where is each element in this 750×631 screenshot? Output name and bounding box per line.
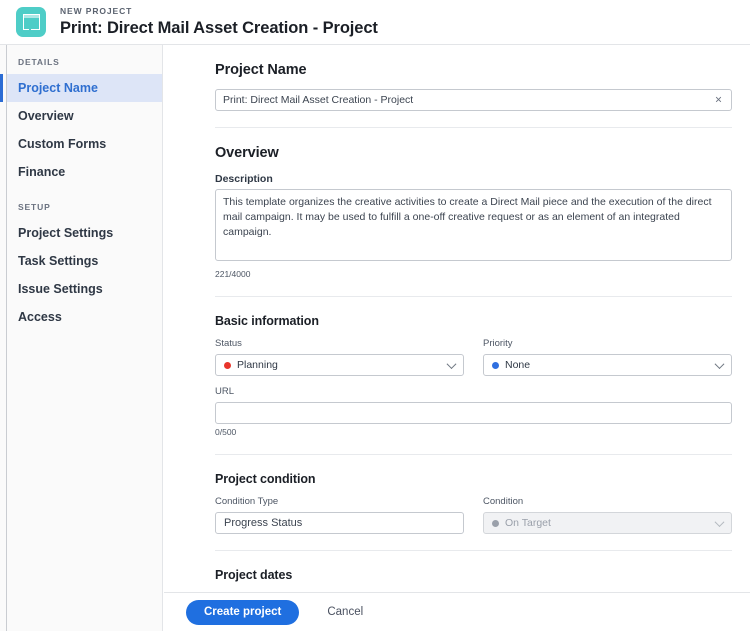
sidebar-item-overview[interactable]: Overview — [7, 102, 162, 130]
status-priority-row: Status Planning Priority None — [215, 337, 732, 376]
collapsed-rail — [0, 45, 7, 631]
sidebar-item-label: Overview — [18, 109, 74, 123]
clear-icon[interactable]: × — [712, 93, 725, 107]
header-text: NEW PROJECT Print: Direct Mail Asset Cre… — [60, 6, 378, 38]
sidebar-item-label: Project Settings — [18, 226, 114, 240]
section-heading: Project Name — [215, 62, 307, 78]
sidebar-group-label-setup: SETUP — [18, 202, 51, 212]
description-textarea[interactable] — [215, 189, 732, 261]
condition-dot-icon — [492, 519, 499, 527]
sidebar-item-label: Project Name — [18, 81, 98, 95]
section-heading: Project dates — [215, 568, 293, 582]
url-char-count: 0/500 — [215, 427, 237, 437]
condition-value: On Target — [505, 517, 551, 529]
sidebar-item-project-name[interactable]: Project Name — [0, 74, 162, 102]
sidebar-item-label: Issue Settings — [18, 282, 103, 296]
description-char-count: 221/4000 — [215, 269, 251, 279]
sidebar-item-issue-settings[interactable]: Issue Settings — [7, 275, 162, 303]
url-label: URL — [215, 386, 235, 397]
section-heading: Basic information — [215, 314, 319, 328]
condition-field: Condition On Target — [483, 495, 732, 534]
form-footer: Create project Cancel — [164, 592, 750, 631]
section-project-name: Project Name × — [215, 45, 732, 111]
layout-grid-icon — [22, 14, 40, 30]
status-select[interactable]: Planning — [215, 354, 464, 376]
url-field: URL 0/500 — [215, 385, 732, 438]
chevron-down-icon — [714, 359, 725, 370]
chevron-down-icon — [714, 517, 725, 528]
section-project-condition: Project condition Condition Type Progres… — [215, 454, 732, 534]
section-heading: Overview — [215, 145, 279, 161]
section-basic-information: Basic information Status Planning Priori… — [215, 296, 732, 438]
sidebar-item-label: Access — [18, 310, 62, 324]
priority-select[interactable]: None — [483, 354, 732, 376]
status-value: Planning — [237, 359, 278, 371]
condition-label: Condition — [483, 496, 524, 507]
status-field: Status Planning — [215, 337, 464, 376]
sidebar-item-access[interactable]: Access — [7, 303, 162, 331]
cancel-button[interactable]: Cancel — [321, 605, 369, 619]
section-heading: Project condition — [215, 472, 316, 486]
description-label: Description — [215, 173, 273, 185]
sidebar-item-label: Custom Forms — [18, 137, 107, 151]
chevron-down-icon — [446, 359, 457, 370]
sidebar-item-finance[interactable]: Finance — [7, 158, 162, 186]
status-dot-icon — [224, 361, 231, 369]
section-overview: Overview Description 221/4000 — [215, 127, 732, 280]
condition-type-label: Condition Type — [215, 496, 279, 507]
priority-label: Priority — [483, 338, 513, 349]
page-title: Print: Direct Mail Asset Creation - Proj… — [60, 19, 378, 37]
section-project-dates: Project dates — [215, 550, 732, 582]
app-logo — [16, 7, 46, 37]
condition-type-field: Condition Type Progress Status — [215, 495, 464, 534]
form-content: Project Name × Overview Description 221/… — [164, 45, 750, 592]
sidebar-group-label-details: DETAILS — [18, 57, 60, 67]
page-header: NEW PROJECT Print: Direct Mail Asset Cre… — [0, 0, 750, 45]
condition-type-value[interactable]: Progress Status — [215, 512, 464, 534]
sidebar-item-project-settings[interactable]: Project Settings — [7, 219, 162, 247]
sidebar-item-label: Finance — [18, 165, 66, 179]
condition-select: On Target — [483, 512, 732, 534]
project-name-field: × — [215, 89, 732, 111]
create-project-button[interactable]: Create project — [186, 599, 300, 625]
condition-row: Condition Type Progress Status Condition… — [215, 495, 732, 534]
status-label: Status — [215, 338, 242, 349]
sidebar-item-label: Task Settings — [18, 254, 99, 268]
priority-value: None — [505, 359, 531, 371]
sidebar-item-task-settings[interactable]: Task Settings — [7, 247, 162, 275]
priority-field: Priority None — [483, 337, 732, 376]
new-project-page: NEW PROJECT Print: Direct Mail Asset Cre… — [0, 0, 750, 631]
url-input[interactable] — [215, 402, 732, 424]
priority-dot-icon — [492, 361, 499, 369]
header-eyebrow: NEW PROJECT — [60, 6, 133, 16]
sidebar-item-custom-forms[interactable]: Custom Forms — [7, 130, 162, 158]
sidebar-nav: DETAILS Project Name Overview Custom For… — [0, 45, 163, 631]
project-name-input[interactable] — [215, 89, 732, 111]
